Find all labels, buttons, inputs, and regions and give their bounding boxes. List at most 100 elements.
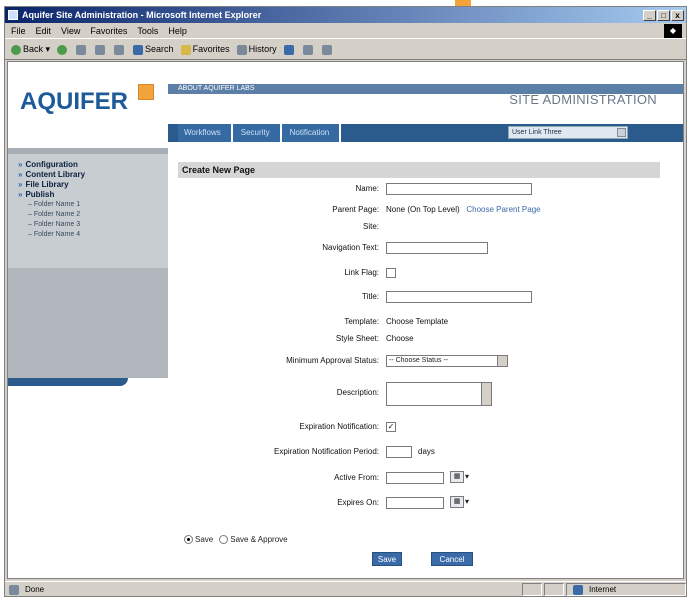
menu-file[interactable]: File [11,26,26,36]
browser-toolbar: Back ▾ Search Favorites History [5,40,686,60]
forward-button[interactable] [57,44,69,55]
zone-text: Internet [589,585,617,594]
template-row: Template: Choose Template [168,315,683,329]
bullet-icon: » [18,170,23,179]
tab-notification[interactable]: Notification [281,124,342,142]
style-label: Style Sheet: [335,334,379,343]
approval-select[interactable]: -- Choose Status -- [386,355,508,367]
title-label: Title: [361,292,379,301]
nav-text-input[interactable] [386,242,488,254]
close-button[interactable]: x [671,9,684,21]
mail-icon [283,44,294,55]
internet-zone: Internet [566,583,686,596]
edit-button[interactable] [321,44,334,55]
window-title: Aquifer Site Administration - Microsoft … [22,10,262,20]
textarea-scrollbar[interactable] [481,383,491,405]
expires-on-input[interactable] [386,497,444,509]
choose-parent-link[interactable]: Choose Parent Page [466,205,540,214]
tab-security[interactable]: Security [232,124,282,142]
cancel-button[interactable]: Cancel [431,552,473,566]
expiry-notice-label: Expiration Notification: [299,422,379,431]
browser-window: Aquifer Site Administration - Microsoft … [4,6,687,597]
expiry-period-label: Expiration Notification Period: [274,447,379,456]
history-button[interactable]: History [236,44,277,55]
calendar-icon[interactable]: ▦ [450,471,464,483]
sidebar-item-configuration[interactable]: » Configuration [18,160,166,170]
maximize-button[interactable]: □ [657,9,670,21]
radio-save-approve-option[interactable]: Save & Approve [219,534,288,546]
sidebar-subitem-folder-1[interactable]: – Folder Name 1 [18,200,166,210]
menu-tools[interactable]: Tools [137,26,158,36]
link-flag-checkbox[interactable] [386,268,396,278]
ie-page-icon [8,10,18,20]
refresh-button[interactable] [95,44,107,55]
expiry-notice-checkbox[interactable]: ✓ [386,422,396,432]
active-from-label: Active From: [334,473,379,482]
active-from-input[interactable] [386,472,444,484]
aquifer-logo[interactable]: AQUIFER [20,88,128,116]
menu-edit[interactable]: Edit [36,26,52,36]
title-input[interactable] [386,291,532,303]
sidebar-item-content-library[interactable]: » Content Library [18,170,166,180]
name-row: Name: [168,182,683,196]
search-button[interactable]: Search [133,44,174,55]
nav-text-row: Navigation Text: [168,241,683,255]
menu-view[interactable]: View [61,26,80,36]
sidebar-menu: » Configuration » Content Library » File Li… [18,160,166,240]
choose-template-link[interactable]: Choose Template [386,315,448,329]
site-row: Site: [168,220,683,234]
sidebar-subitem-folder-2[interactable]: – Folder Name 2 [18,210,166,220]
chevron-down-icon[interactable]: ▾ [465,472,473,482]
favorites-icon [180,44,191,55]
calendar-icon[interactable]: ▦ [450,496,464,508]
print-button[interactable] [302,44,315,55]
approval-row: Minimum Approval Status: -- Choose Statu… [168,354,683,368]
site-title: SITE ADMINISTRATION [509,92,657,107]
description-textarea[interactable] [386,382,492,406]
back-button[interactable]: Back ▾ [11,44,50,55]
expiry-period-input[interactable] [386,446,412,458]
save-button[interactable]: Save [372,552,402,566]
site-label: Site: [362,222,379,231]
sidebar-item-file-library[interactable]: » File Library [18,180,166,190]
status-done: Done [9,584,44,595]
radio-save-approve-label: Save & Approve [230,535,288,544]
choose-style-link[interactable]: Choose [386,332,414,346]
minimize-button[interactable]: _ [643,9,656,21]
back-arrow-icon [11,44,21,55]
description-label: Description: [336,388,379,397]
menu-help[interactable]: Help [168,26,187,36]
site-header: AQUIFER ABOUT AQUIFER LABS SITE ADMINIST… [8,62,683,148]
chevron-down-icon [617,128,626,137]
history-icon [236,44,247,55]
sidebar-subitem-label: Folder Name 4 [33,231,81,238]
chevron-down-icon[interactable]: ▾ [465,497,473,507]
radio-save-option[interactable]: Save [184,534,213,546]
favorites-button[interactable]: Favorites [180,44,230,55]
user-link-select[interactable]: User Link Three [508,126,628,139]
sidebar-item-label: Configuration [25,160,78,169]
stop-button[interactable] [76,44,88,55]
expires-on-row: Expires On: ▦ ▾ [168,496,683,510]
sidebar-subitem-folder-3[interactable]: – Folder Name 3 [18,220,166,230]
name-input[interactable] [386,183,532,195]
breadcrumb[interactable]: ABOUT AQUIFER LABS [178,84,255,94]
sidebar-item-publish[interactable]: » Publish [18,190,166,200]
radio-save-approve[interactable] [219,535,229,545]
nav-text-label: Navigation Text: [322,243,379,252]
bullet-icon: » [18,160,23,169]
sidebar-footer-band [8,378,128,386]
sidebar-subitem-folder-4[interactable]: – Folder Name 4 [18,230,166,240]
back-label: Back [23,44,44,54]
menu-favorites[interactable]: Favorites [90,26,127,36]
radio-save[interactable] [184,535,193,545]
sidebar-subitem-label: Folder Name 3 [33,221,81,228]
description-row: Description: [168,382,683,406]
refresh-icon [95,44,106,55]
globe-icon [573,584,583,595]
sidebar-filler [8,268,168,378]
sidebar-item-label: Publish [25,190,55,199]
mail-button[interactable] [283,44,296,55]
tab-workflows[interactable]: Workflows [178,124,233,142]
home-button[interactable] [114,44,126,55]
